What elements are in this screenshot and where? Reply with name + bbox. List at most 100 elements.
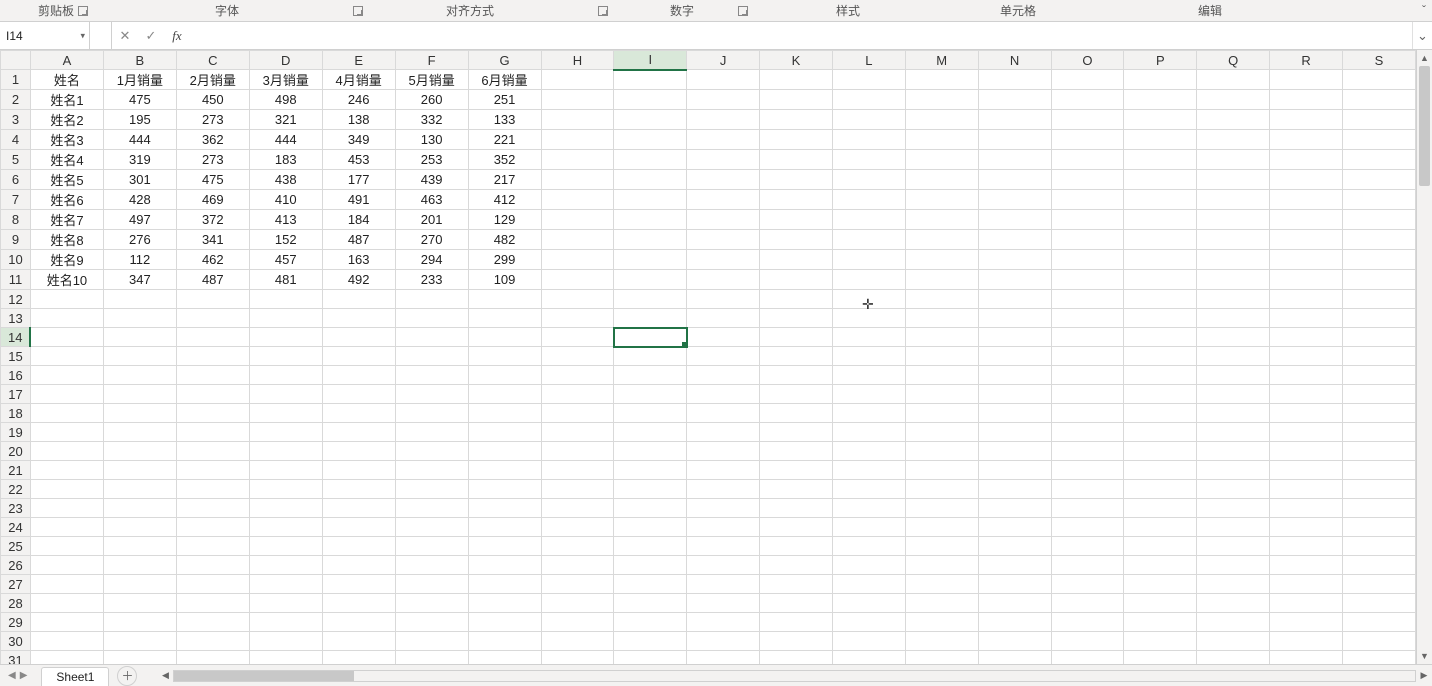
- cell[interactable]: [687, 366, 760, 385]
- cell[interactable]: [1270, 290, 1343, 309]
- cell[interactable]: [1342, 70, 1415, 90]
- cell[interactable]: [176, 404, 249, 423]
- cell[interactable]: [1124, 170, 1197, 190]
- cell[interactable]: [30, 480, 103, 499]
- cell[interactable]: [395, 499, 468, 518]
- cell[interactable]: [1342, 499, 1415, 518]
- cell[interactable]: [322, 518, 395, 537]
- column-header[interactable]: C: [176, 51, 249, 70]
- cell[interactable]: [978, 250, 1051, 270]
- row-header[interactable]: 6: [1, 170, 31, 190]
- cell[interactable]: [1197, 594, 1270, 613]
- cell[interactable]: [1051, 170, 1124, 190]
- cell[interactable]: [832, 70, 905, 90]
- cell[interactable]: [468, 385, 541, 404]
- cell[interactable]: [541, 230, 614, 250]
- cell[interactable]: [614, 613, 687, 632]
- cell[interactable]: [687, 632, 760, 651]
- cell[interactable]: [1270, 130, 1343, 150]
- cell[interactable]: [614, 210, 687, 230]
- cell[interactable]: [249, 290, 322, 309]
- cell[interactable]: [1051, 594, 1124, 613]
- row-header[interactable]: 14: [1, 328, 31, 347]
- cell[interactable]: 498: [249, 90, 322, 110]
- cell[interactable]: [1197, 632, 1270, 651]
- cell[interactable]: [176, 347, 249, 366]
- cell[interactable]: [1197, 347, 1270, 366]
- cell[interactable]: [541, 270, 614, 290]
- cell[interactable]: [468, 556, 541, 575]
- cell[interactable]: [103, 518, 176, 537]
- cell[interactable]: [1124, 270, 1197, 290]
- cell[interactable]: 133: [468, 110, 541, 130]
- row-header[interactable]: 26: [1, 556, 31, 575]
- cell[interactable]: 1月销量: [103, 70, 176, 90]
- cell[interactable]: [760, 150, 833, 170]
- cell[interactable]: [832, 594, 905, 613]
- cell[interactable]: [1270, 518, 1343, 537]
- cell[interactable]: [905, 309, 978, 328]
- cell[interactable]: [103, 499, 176, 518]
- cell[interactable]: [614, 90, 687, 110]
- cell[interactable]: [687, 70, 760, 90]
- column-header[interactable]: B: [103, 51, 176, 70]
- cell[interactable]: [1051, 90, 1124, 110]
- cell[interactable]: [832, 480, 905, 499]
- cell[interactable]: [1124, 130, 1197, 150]
- cell[interactable]: 450: [176, 90, 249, 110]
- cell[interactable]: [395, 480, 468, 499]
- cell[interactable]: [1051, 518, 1124, 537]
- cell[interactable]: [103, 594, 176, 613]
- cell[interactable]: [1270, 461, 1343, 480]
- row-header[interactable]: 7: [1, 190, 31, 210]
- cell[interactable]: [614, 270, 687, 290]
- cell[interactable]: [832, 90, 905, 110]
- cell[interactable]: [541, 594, 614, 613]
- cell[interactable]: [322, 461, 395, 480]
- cell[interactable]: [832, 170, 905, 190]
- cell[interactable]: [103, 651, 176, 665]
- cell[interactable]: [1342, 404, 1415, 423]
- cell[interactable]: [978, 632, 1051, 651]
- cell[interactable]: [978, 423, 1051, 442]
- cell[interactable]: 177: [322, 170, 395, 190]
- cell[interactable]: [978, 575, 1051, 594]
- cell[interactable]: [978, 210, 1051, 230]
- nav-first-icon[interactable]: ◀: [8, 670, 16, 681]
- cell[interactable]: [1051, 442, 1124, 461]
- cell[interactable]: [1051, 651, 1124, 665]
- cell[interactable]: [614, 170, 687, 190]
- cell[interactable]: [978, 170, 1051, 190]
- cell[interactable]: [541, 347, 614, 366]
- cell[interactable]: [687, 613, 760, 632]
- row-header[interactable]: 19: [1, 423, 31, 442]
- cell[interactable]: [1051, 110, 1124, 130]
- cell[interactable]: [760, 366, 833, 385]
- name-box[interactable]: I14 ▾: [0, 22, 90, 49]
- cell[interactable]: [1270, 556, 1343, 575]
- cell[interactable]: [1342, 270, 1415, 290]
- cell[interactable]: [176, 594, 249, 613]
- cell[interactable]: [1270, 404, 1343, 423]
- cell[interactable]: [978, 290, 1051, 309]
- cell[interactable]: [1197, 150, 1270, 170]
- cell[interactable]: [249, 632, 322, 651]
- cell[interactable]: [760, 556, 833, 575]
- cell[interactable]: [1051, 290, 1124, 309]
- cell[interactable]: [614, 556, 687, 575]
- cell[interactable]: [541, 404, 614, 423]
- cell[interactable]: [176, 442, 249, 461]
- cell[interactable]: [249, 480, 322, 499]
- cell[interactable]: [760, 461, 833, 480]
- cell[interactable]: [1197, 309, 1270, 328]
- cell[interactable]: [760, 480, 833, 499]
- cell[interactable]: [687, 404, 760, 423]
- cell[interactable]: [905, 347, 978, 366]
- cell[interactable]: [468, 594, 541, 613]
- cell[interactable]: [1051, 537, 1124, 556]
- cell[interactable]: [30, 309, 103, 328]
- cell[interactable]: [687, 230, 760, 250]
- cell[interactable]: [176, 632, 249, 651]
- cell[interactable]: [1197, 404, 1270, 423]
- cell[interactable]: [1342, 347, 1415, 366]
